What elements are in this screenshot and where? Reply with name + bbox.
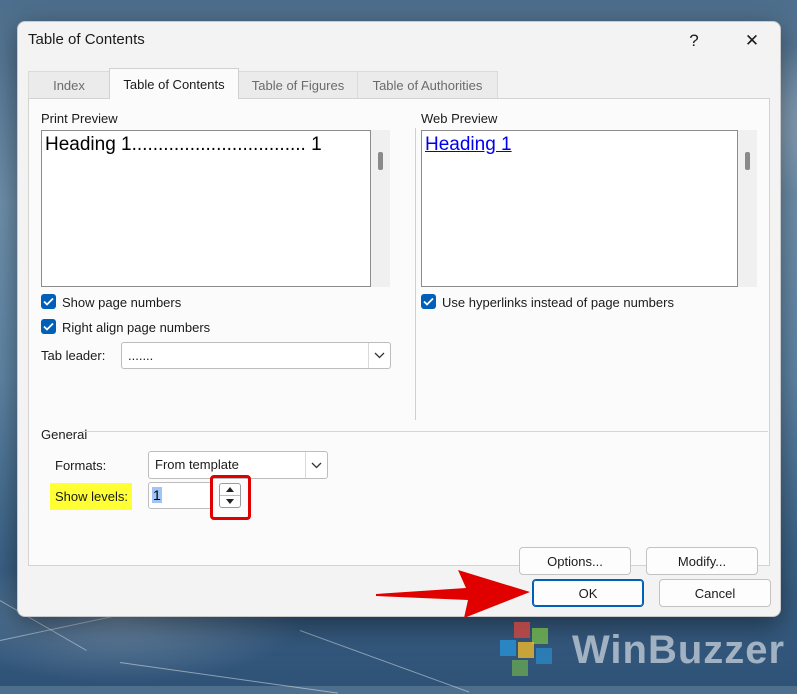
right-align-page-numbers-checkbox[interactable] — [41, 319, 56, 334]
print-preview-label: Print Preview — [41, 111, 118, 126]
tab-content-panel: Print Preview Heading 1.................… — [28, 98, 770, 575]
close-icon: ✕ — [744, 31, 760, 50]
formats-label: Formats: — [55, 458, 107, 473]
section-divider — [415, 128, 416, 420]
tab-table-of-figures[interactable]: Table of Figures — [238, 71, 358, 98]
cancel-button[interactable]: Cancel — [659, 579, 771, 607]
table-of-contents-dialog: Table of Contents ? ✕ Index Table of Con… — [17, 21, 781, 617]
options-button[interactable]: Options... — [519, 547, 631, 575]
general-section-label: General — [41, 427, 88, 442]
ice-crack — [299, 630, 470, 693]
tab-index[interactable]: Index — [28, 71, 110, 98]
winbuzzer-logo-icon — [500, 622, 552, 676]
stepper-annotation-box — [210, 475, 251, 520]
web-preview-heading-link: Heading 1 — [425, 134, 512, 155]
web-preview-box: Heading 1 — [421, 130, 738, 287]
general-divider — [82, 431, 768, 432]
annotation-arrow-icon — [376, 570, 530, 618]
tab-leader-value: ....... — [128, 348, 154, 363]
use-hyperlinks-label[interactable]: Use hyperlinks instead of page numbers — [442, 295, 674, 310]
tab-table-of-contents[interactable]: Table of Contents — [109, 68, 239, 99]
modify-button[interactable]: Modify... — [646, 547, 758, 575]
checkmark-icon — [43, 322, 54, 331]
dialog-title: Table of Contents — [28, 31, 145, 48]
use-hyperlinks-checkbox[interactable] — [421, 294, 436, 309]
scrollbar-thumb[interactable] — [745, 152, 750, 170]
show-levels-label: Show levels: — [55, 489, 128, 504]
tab-leader-select[interactable]: ....... — [121, 342, 391, 369]
print-preview-heading: Heading 1...............................… — [45, 134, 322, 155]
formats-value: From template — [155, 457, 239, 472]
watermark-text: WinBuzzer — [572, 628, 786, 672]
checkmark-icon — [43, 297, 54, 306]
chevron-down-icon[interactable] — [368, 343, 390, 368]
show-page-numbers-label[interactable]: Show page numbers — [62, 295, 181, 310]
help-icon: ? — [689, 31, 699, 50]
ok-button[interactable]: OK — [532, 579, 644, 607]
tab-label: Table of Figures — [251, 77, 345, 93]
options-button-label: Options... — [547, 553, 603, 569]
help-button[interactable]: ? — [672, 26, 716, 56]
show-page-numbers-checkbox[interactable] — [41, 294, 56, 309]
ok-button-label: OK — [578, 585, 598, 601]
modify-button-label: Modify... — [677, 553, 727, 569]
right-align-page-numbers-label[interactable]: Right align page numbers — [62, 320, 210, 335]
web-preview-scrollbar[interactable] — [738, 130, 757, 287]
chevron-down-icon[interactable] — [305, 452, 327, 478]
show-levels-input[interactable]: 1 — [148, 482, 212, 509]
tab-label: Table of Authorities — [372, 77, 483, 93]
print-preview-scrollbar[interactable] — [371, 130, 390, 287]
ice-crack — [119, 662, 338, 694]
checkmark-icon — [423, 297, 434, 306]
tab-leader-label: Tab leader: — [41, 348, 106, 363]
web-preview-label: Web Preview — [421, 111, 498, 126]
close-button[interactable]: ✕ — [730, 26, 774, 56]
winbuzzer-watermark: WinBuzzer — [492, 620, 792, 682]
show-levels-value: 1 — [152, 487, 162, 503]
cancel-button-label: Cancel — [694, 585, 736, 601]
tab-table-of-authorities[interactable]: Table of Authorities — [357, 71, 498, 98]
scrollbar-thumb[interactable] — [378, 152, 383, 170]
print-preview-box: Heading 1...............................… — [41, 130, 371, 287]
tab-label: Table of Contents — [123, 76, 225, 92]
tab-label: Index — [53, 77, 85, 93]
title-bar: Table of Contents ? ✕ — [18, 22, 780, 60]
